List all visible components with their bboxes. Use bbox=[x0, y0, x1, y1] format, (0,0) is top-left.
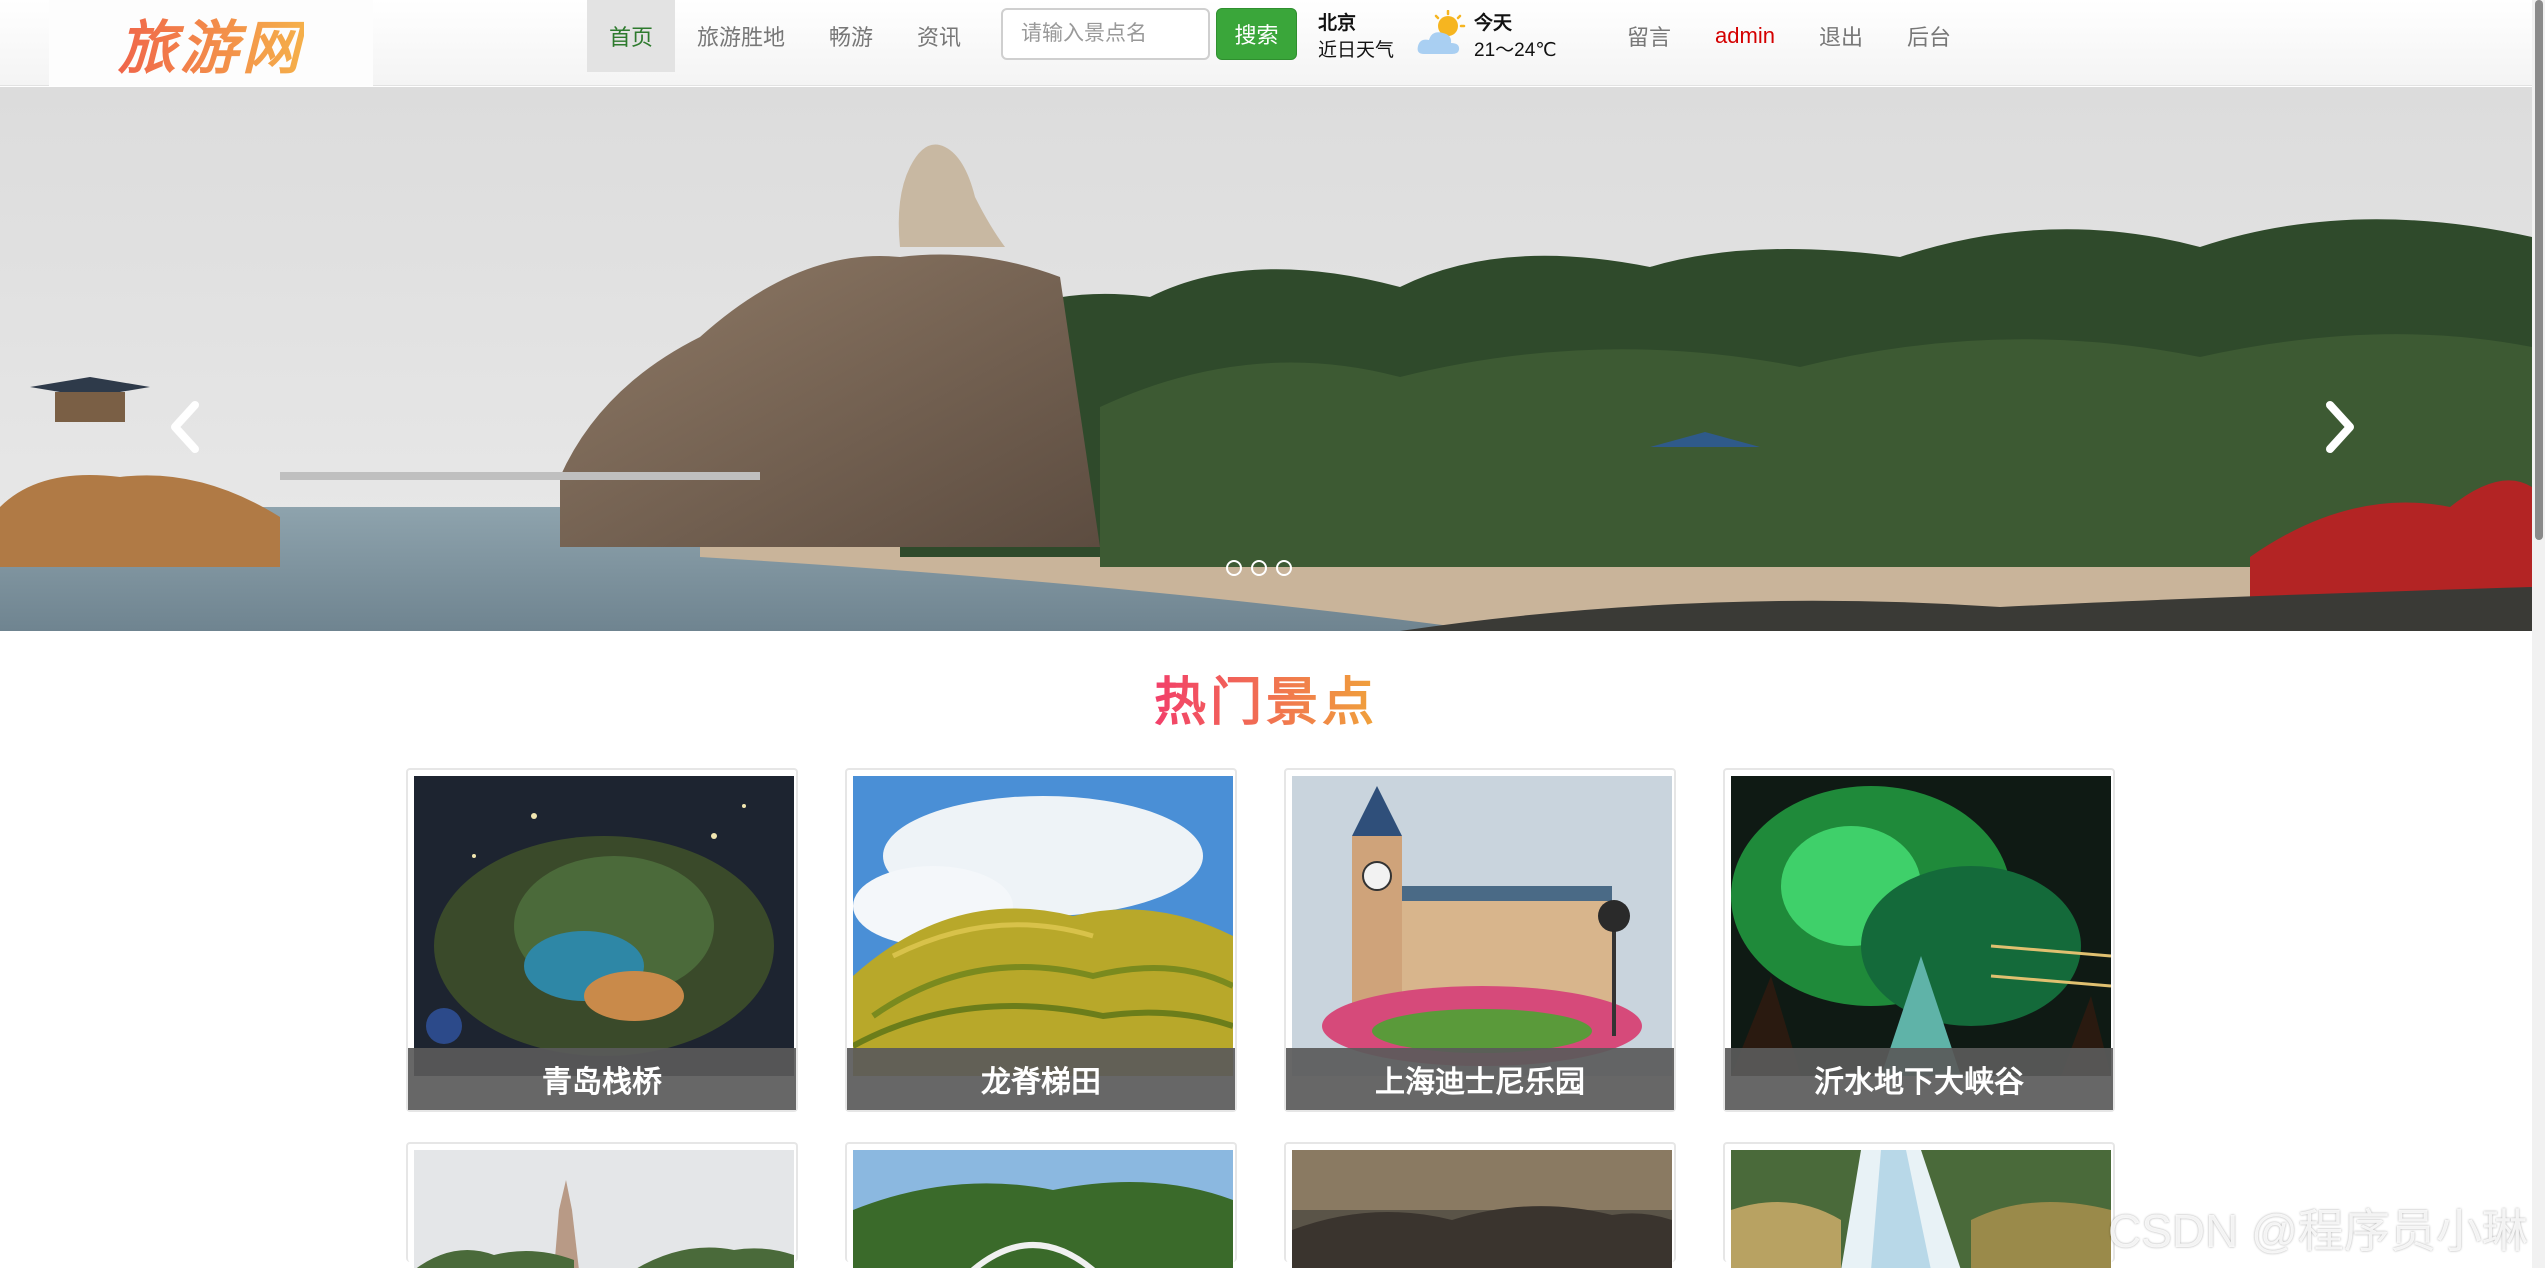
page: 旅游网 首页 旅游胜地 畅游 资讯 搜索 北京 近日天气 bbox=[0, 0, 2545, 1268]
attraction-card-5[interactable] bbox=[406, 1142, 798, 1268]
message-link[interactable]: 留言 bbox=[1605, 0, 1693, 72]
chevron-right-icon bbox=[2326, 401, 2354, 453]
weather-today-block: 今天 21～24℃ bbox=[1474, 10, 1557, 64]
attraction-card-4[interactable]: 沂水地下大峡谷 bbox=[1723, 768, 2115, 1112]
carousel-prev-button[interactable] bbox=[155, 387, 215, 467]
attraction-image-3 bbox=[1292, 776, 1672, 1076]
attraction-card-6[interactable] bbox=[845, 1142, 1237, 1268]
attraction-image-8 bbox=[1731, 1150, 2111, 1268]
attraction-name-1: 青岛栈桥 bbox=[408, 1048, 796, 1110]
weather-subtitle: 近日天气 bbox=[1318, 40, 1395, 61]
watermark-text: CSDN @程序员小琳 bbox=[2108, 1205, 2528, 1257]
chevron-left-icon bbox=[171, 401, 199, 453]
attraction-image-7 bbox=[1292, 1150, 1672, 1268]
carousel-dot-1[interactable] bbox=[1226, 560, 1242, 576]
attraction-card-3[interactable]: 上海迪士尼乐园 bbox=[1284, 768, 1676, 1112]
main-nav: 首页 旅游胜地 畅游 资讯 bbox=[587, 0, 983, 72]
attraction-card-8[interactable] bbox=[1723, 1142, 2115, 1268]
site-logo-text: 旅游网 bbox=[118, 1, 304, 85]
weather-day: 今天 bbox=[1474, 13, 1513, 34]
attraction-image-1 bbox=[414, 776, 794, 1076]
carousel-indicators bbox=[1226, 560, 1292, 576]
carousel-dot-3[interactable] bbox=[1276, 560, 1292, 576]
attraction-card-2[interactable]: 龙脊梯田 bbox=[845, 768, 1237, 1112]
hero-carousel[interactable] bbox=[0, 87, 2532, 631]
attraction-image-2 bbox=[853, 776, 1233, 1076]
carousel-slide-image bbox=[0, 87, 2532, 631]
top-navbar: 旅游网 首页 旅游胜地 畅游 资讯 搜索 北京 近日天气 bbox=[0, 0, 2532, 86]
attraction-name-3: 上海迪士尼乐园 bbox=[1286, 1048, 1674, 1110]
attraction-image-6 bbox=[853, 1150, 1233, 1268]
carousel-next-button[interactable] bbox=[2310, 387, 2370, 467]
partly-cloudy-icon bbox=[1416, 9, 1472, 58]
admin-panel-link[interactable]: 后台 bbox=[1885, 0, 1973, 72]
attraction-name-2: 龙脊梯田 bbox=[847, 1048, 1235, 1110]
nav-item-news[interactable]: 资讯 bbox=[895, 0, 983, 72]
weather-city: 北京 bbox=[1318, 13, 1357, 34]
attraction-image-4 bbox=[1731, 776, 2111, 1076]
hot-attractions-title: 热门景点 bbox=[0, 660, 2532, 735]
nav-item-tours[interactable]: 畅游 bbox=[807, 0, 895, 72]
page-scrollbar-thumb[interactable] bbox=[2535, 0, 2543, 540]
attraction-card-7[interactable] bbox=[1284, 1142, 1676, 1268]
attraction-name-4: 沂水地下大峡谷 bbox=[1725, 1048, 2113, 1110]
search-button[interactable]: 搜索 bbox=[1216, 8, 1297, 60]
search-input[interactable] bbox=[1001, 8, 1210, 60]
logout-link[interactable]: 退出 bbox=[1797, 0, 1885, 72]
weather-temperature: 21～24℃ bbox=[1474, 40, 1557, 61]
weather-city-block: 北京 近日天气 bbox=[1318, 10, 1394, 64]
attraction-image-5 bbox=[414, 1150, 794, 1268]
user-links: 留言 admin 退出 后台 bbox=[1605, 0, 1973, 72]
attraction-card-1[interactable]: 青岛栈桥 bbox=[406, 768, 798, 1112]
hot-attractions-title-text: 热门景点 bbox=[1153, 674, 1378, 732]
nav-item-home[interactable]: 首页 bbox=[587, 0, 676, 72]
user-admin-link[interactable]: admin bbox=[1693, 0, 1797, 72]
nav-item-destinations[interactable]: 旅游胜地 bbox=[675, 0, 807, 72]
site-logo[interactable]: 旅游网 bbox=[49, 0, 373, 86]
carousel-dot-2[interactable] bbox=[1251, 560, 1267, 576]
